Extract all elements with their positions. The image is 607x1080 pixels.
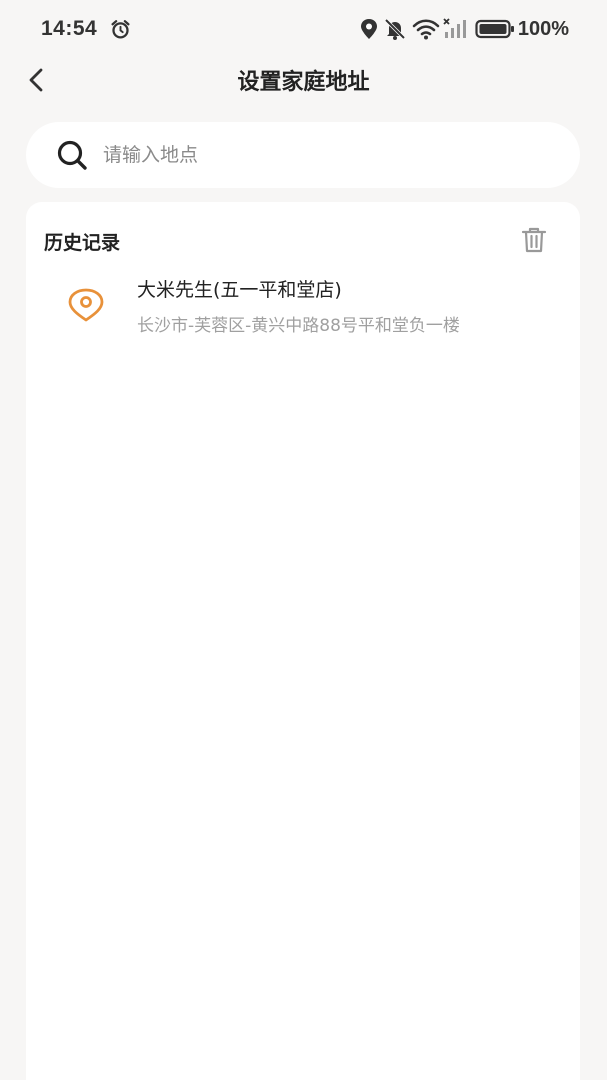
battery-icon — [475, 19, 514, 39]
page-title: 设置家庭地址 — [237, 70, 370, 95]
history-item[interactable]: 大米先生(五一平和堂店) 长沙市-芙蓉区-黄兴中路88号平和堂负一楼 — [26, 268, 580, 344]
nav-bar: 设置家庭地址 — [0, 58, 607, 102]
history-card: 历史记录 大米先生(五一平和堂店) 长沙市-芙蓉区-黄兴中路88号平和堂负一楼 — [26, 202, 580, 1080]
signal-icon — [443, 18, 466, 38]
location-pin-icon — [68, 288, 104, 322]
search-input[interactable] — [103, 135, 543, 175]
trash-icon[interactable] — [520, 226, 548, 254]
status-bar: 14:54 100% — [0, 0, 607, 58]
history-item-address: 长沙市-芙蓉区-黄兴中路88号平和堂负一楼 — [137, 316, 460, 336]
status-icons: 100% — [359, 17, 569, 41]
history-item-name: 大米先生(五一平和堂店) — [137, 279, 342, 301]
search-icon — [57, 140, 87, 170]
status-time: 14:54 — [41, 17, 98, 40]
history-title: 历史记录 — [44, 232, 121, 254]
alarm-icon — [111, 20, 130, 39]
wifi-icon — [412, 19, 440, 40]
mute-icon — [384, 18, 406, 40]
location-icon — [360, 19, 377, 39]
battery-percent: 100% — [517, 17, 569, 40]
search-bar[interactable] — [26, 122, 580, 188]
